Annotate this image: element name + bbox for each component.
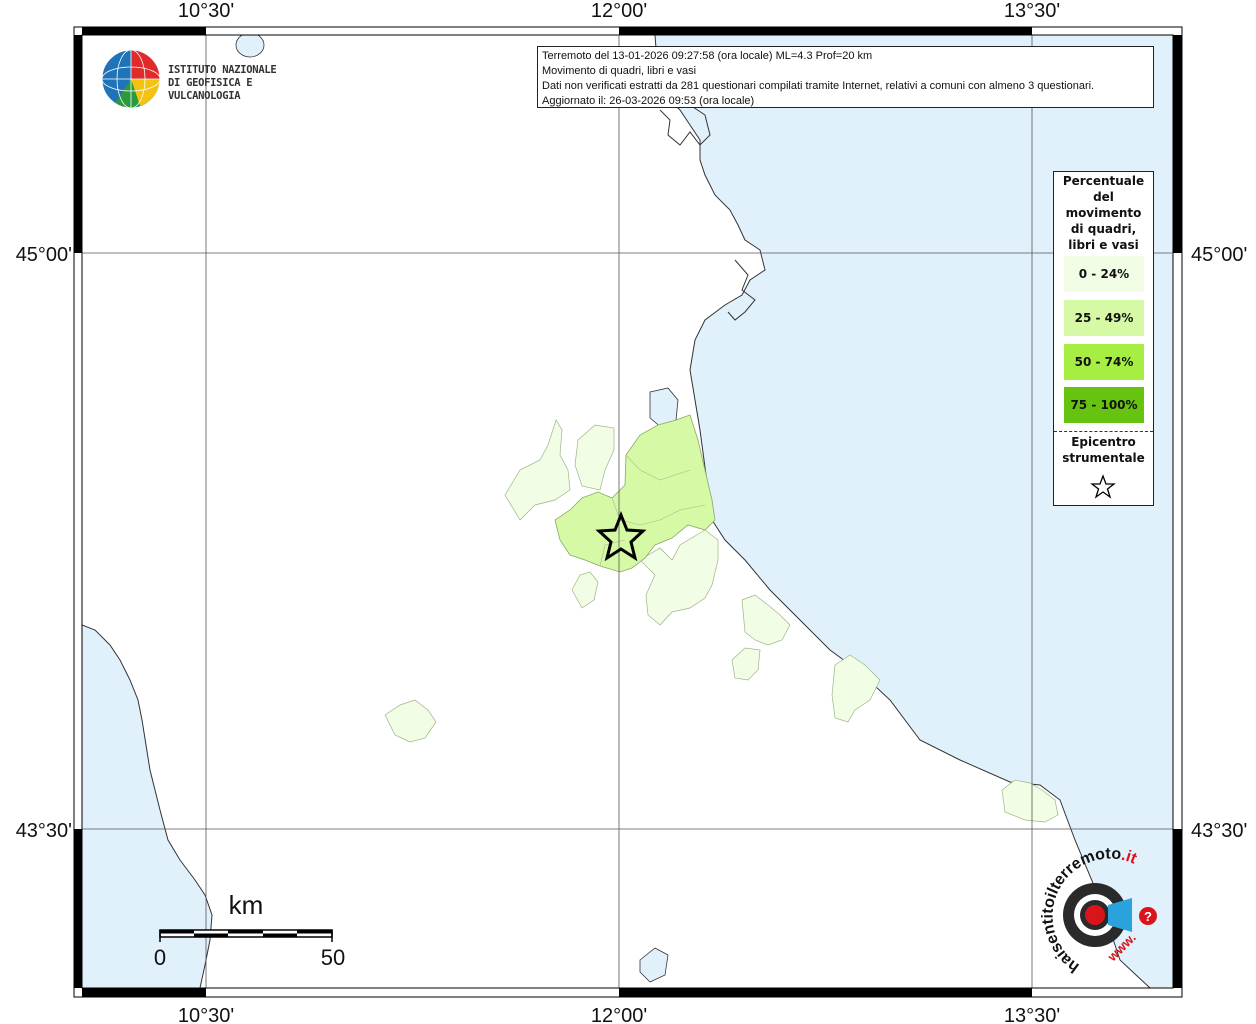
lat-label-right-2: 43°30' [1191, 820, 1247, 842]
event-parameter: Movimento di quadri, libri e vasi [542, 65, 697, 77]
legend-title-line: libri e vasi [1068, 238, 1139, 252]
legend-item-75-100: 75 - 100% [1064, 387, 1144, 423]
event-info-box: Terremoto del 13-01-2026 09:27:58 (ora l… [537, 46, 1154, 108]
lon-label-bottom-3: 13°30' [1004, 1005, 1060, 1024]
legend-title: Percentuale del movimento di quadri, lib… [1054, 172, 1153, 253]
legend-title-line: Percentuale [1062, 174, 1145, 188]
legend-title-line: di quadri, [1070, 222, 1137, 236]
legend-item-0-24: 0 - 24% [1064, 256, 1144, 292]
globe-icon [101, 49, 161, 109]
lon-label-bottom-1: 10°30' [178, 1005, 234, 1024]
logo-line1: ISTITUTO NAZIONALE [168, 64, 277, 76]
scale-max-label: 50 [321, 945, 345, 970]
legend-divider [1054, 431, 1153, 432]
lat-label-left-2: 43°30' [16, 820, 72, 842]
lat-label-right-1: 45°00' [1191, 244, 1247, 266]
logo-line2: DI GEOFISICA E VULCANOLOGIA [168, 77, 253, 102]
intensity-map: 10°30' 12°00' 13°30' 10°30' 12°00' 13°30… [16, 0, 1248, 1024]
lat-label-left-1: 45°00' [16, 244, 72, 266]
scale-min-label: 0 [154, 945, 166, 970]
legend-title-line: del [1093, 190, 1114, 204]
legend-epicenter-line: strumentale [1062, 451, 1145, 465]
event-data-note: Dati non verificati estratti da 281 ques… [542, 80, 1095, 92]
legend-title-line: movimento [1065, 206, 1142, 220]
lon-label-top-3: 13°30' [1004, 0, 1060, 22]
ingv-logo: ISTITUTO NAZIONALE DI GEOFISICA E VULCAN… [100, 48, 320, 110]
legend-epicenter-line: Epicentro [1071, 435, 1136, 449]
lon-label-bottom-2: 12°00' [591, 1005, 647, 1024]
legend-star-icon [1090, 474, 1116, 499]
legend-item-25-49: 25 - 49% [1064, 300, 1144, 336]
legend-epicenter-label: Epicentro strumentale [1054, 434, 1153, 466]
lon-label-top-2: 12°00' [591, 0, 647, 22]
legend: Percentuale del movimento di quadri, lib… [1053, 171, 1154, 506]
scale-unit: km [229, 890, 264, 920]
event-updated: Aggiornato il: 26-03-2026 09:53 (ora loc… [542, 95, 755, 107]
legend-item-50-74: 50 - 74% [1064, 344, 1144, 380]
event-title: Terremoto del 13-01-2026 09:27:58 (ora l… [542, 50, 873, 62]
lon-label-top-1: 10°30' [178, 0, 234, 22]
badge-question: ? [1144, 909, 1152, 924]
